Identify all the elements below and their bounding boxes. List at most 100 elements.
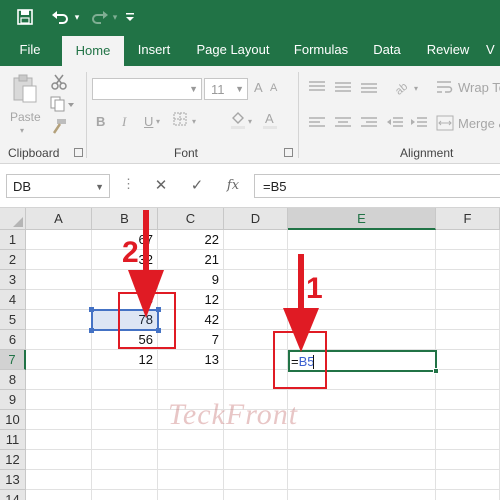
- select-all-button[interactable]: [0, 208, 26, 230]
- font-name-combo[interactable]: ▼: [92, 78, 202, 100]
- cell-a1[interactable]: [26, 230, 92, 250]
- cell-a8[interactable]: [26, 370, 92, 390]
- cell-a14[interactable]: [26, 490, 92, 500]
- paste-dropdown-icon[interactable]: ▾: [20, 126, 24, 135]
- tab-view[interactable]: V: [486, 34, 500, 66]
- cut-icon[interactable]: [50, 74, 68, 92]
- redo-dropdown-icon[interactable]: ▾: [110, 6, 120, 28]
- name-box[interactable]: DB ▼: [6, 174, 110, 198]
- row-header-7[interactable]: 7: [0, 350, 26, 370]
- cancel-icon[interactable]: ✕: [150, 176, 172, 196]
- align-left-icon[interactable]: [308, 116, 326, 130]
- italic-button[interactable]: I: [122, 114, 126, 130]
- tab-insert[interactable]: Insert: [128, 34, 180, 66]
- cell-a11[interactable]: [26, 430, 92, 450]
- cell-f3[interactable]: [436, 270, 500, 290]
- resize-handle[interactable]: [89, 328, 94, 333]
- cell-f9[interactable]: [436, 390, 500, 410]
- underline-button[interactable]: U: [144, 114, 153, 129]
- cell-a3[interactable]: [26, 270, 92, 290]
- row-header-10[interactable]: 10: [0, 410, 26, 430]
- column-header-f[interactable]: F: [436, 208, 500, 230]
- decrease-indent-icon[interactable]: [386, 116, 404, 130]
- cell-b12[interactable]: [92, 450, 158, 470]
- save-icon[interactable]: [14, 6, 36, 28]
- tab-home[interactable]: Home: [62, 36, 124, 66]
- cell-e9[interactable]: [288, 390, 436, 410]
- borders-dropdown-icon[interactable]: ▾: [192, 117, 196, 126]
- merge-center-button[interactable]: Merge &: [458, 116, 500, 131]
- tab-page-layout[interactable]: Page Layout: [190, 34, 276, 66]
- align-center-icon[interactable]: [334, 116, 352, 130]
- cell-f10[interactable]: [436, 410, 500, 430]
- row-header-13[interactable]: 13: [0, 470, 26, 490]
- tab-formulas[interactable]: Formulas: [286, 34, 356, 66]
- cell-e12[interactable]: [288, 450, 436, 470]
- cell-e13[interactable]: [288, 470, 436, 490]
- formula-input[interactable]: =B5: [254, 174, 500, 198]
- tab-review[interactable]: Review: [418, 34, 478, 66]
- cell-c11[interactable]: [158, 430, 224, 450]
- cell-a7[interactable]: [26, 350, 92, 370]
- cell-a10[interactable]: [26, 410, 92, 430]
- cell-f8[interactable]: [436, 370, 500, 390]
- cell-d5[interactable]: [224, 310, 288, 330]
- cell-d3[interactable]: [224, 270, 288, 290]
- paste-icon[interactable]: [12, 74, 38, 104]
- cell-f7[interactable]: [436, 350, 500, 370]
- cell-a13[interactable]: [26, 470, 92, 490]
- cell-a12[interactable]: [26, 450, 92, 470]
- enter-icon[interactable]: ✓: [186, 176, 208, 196]
- orientation-icon[interactable]: ab: [392, 78, 410, 98]
- font-color-icon[interactable]: A: [262, 110, 278, 130]
- cell-f11[interactable]: [436, 430, 500, 450]
- cell-a6[interactable]: [26, 330, 92, 350]
- cell-f4[interactable]: [436, 290, 500, 310]
- format-painter-icon[interactable]: [50, 118, 68, 136]
- cell-f6[interactable]: [436, 330, 500, 350]
- cell-b11[interactable]: [92, 430, 158, 450]
- cell-c14[interactable]: [158, 490, 224, 500]
- row-header-2[interactable]: 2: [0, 250, 26, 270]
- cell-e14[interactable]: [288, 490, 436, 500]
- row-header-1[interactable]: 1: [0, 230, 26, 250]
- cell-f5[interactable]: [436, 310, 500, 330]
- row-header-12[interactable]: 12: [0, 450, 26, 470]
- cell-a2[interactable]: [26, 250, 92, 270]
- cell-d11[interactable]: [224, 430, 288, 450]
- chevron-down-icon[interactable]: ▼: [95, 182, 104, 192]
- fill-color-dropdown-icon[interactable]: ▾: [248, 117, 252, 126]
- cell-e10[interactable]: [288, 410, 436, 430]
- cell-b13[interactable]: [92, 470, 158, 490]
- fill-handle[interactable]: [433, 368, 439, 374]
- cell-b7[interactable]: 12: [92, 350, 158, 370]
- cell-d12[interactable]: [224, 450, 288, 470]
- align-middle-icon[interactable]: [334, 80, 352, 94]
- undo-icon[interactable]: [48, 6, 72, 28]
- tab-file[interactable]: File: [10, 34, 50, 66]
- cell-b14[interactable]: [92, 490, 158, 500]
- redo-icon[interactable]: [88, 6, 112, 28]
- cell-c12[interactable]: [158, 450, 224, 470]
- cell-b10[interactable]: [92, 410, 158, 430]
- resize-handle[interactable]: [89, 307, 94, 312]
- cell-a5[interactable]: [26, 310, 92, 330]
- undo-dropdown-icon[interactable]: ▾: [72, 6, 82, 28]
- cell-c8[interactable]: [158, 370, 224, 390]
- increase-font-icon[interactable]: A: [254, 81, 263, 94]
- cell-a9[interactable]: [26, 390, 92, 410]
- increase-indent-icon[interactable]: [410, 116, 428, 130]
- insert-function-icon[interactable]: fx: [222, 176, 244, 196]
- row-header-8[interactable]: 8: [0, 370, 26, 390]
- underline-dropdown-icon[interactable]: ▾: [156, 117, 160, 126]
- column-header-a[interactable]: A: [26, 208, 92, 230]
- fill-color-icon[interactable]: [230, 110, 246, 130]
- decrease-font-icon[interactable]: A: [270, 83, 277, 94]
- column-header-e[interactable]: E: [288, 208, 436, 230]
- cell-e1[interactable]: [288, 230, 436, 250]
- bold-button[interactable]: B: [96, 114, 105, 129]
- cell-a4[interactable]: [26, 290, 92, 310]
- font-size-combo[interactable]: 11 ▼: [204, 78, 248, 100]
- merge-center-icon[interactable]: [436, 115, 454, 131]
- align-top-icon[interactable]: [308, 80, 326, 94]
